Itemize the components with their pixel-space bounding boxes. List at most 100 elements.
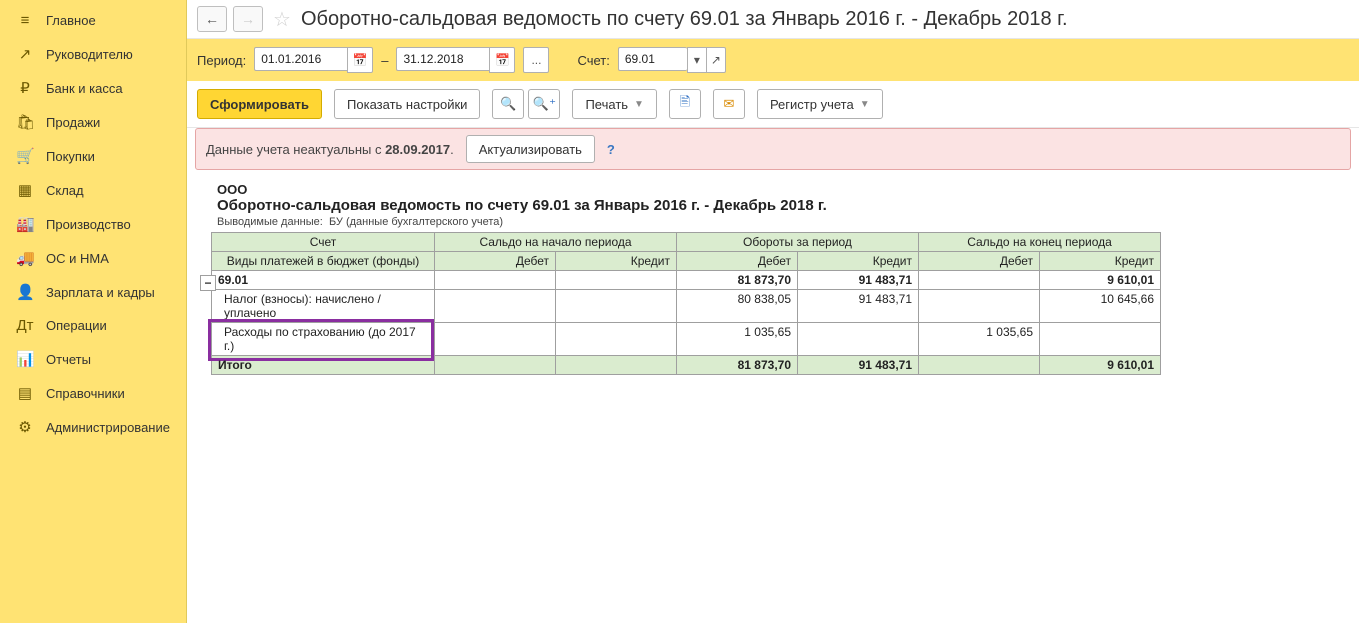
sidebar-item-1[interactable]: ↗ Руководителю — [0, 37, 186, 71]
cell-tc: 91 483,71 — [798, 290, 919, 323]
sidebar-item-8[interactable]: 👤 Зарплата и кадры — [0, 275, 186, 309]
sidebar-icon: 📊 — [16, 350, 34, 368]
page-title: Оборотно-сальдовая ведомость по счету 69… — [301, 8, 1068, 31]
help-icon[interactable]: ? — [607, 142, 615, 157]
table-row[interactable]: Расходы по страхованию (до 2017 г.)1 035… — [212, 323, 1161, 356]
sidebar-item-label: Зарплата и кадры — [46, 285, 155, 300]
cell-oc — [556, 356, 677, 375]
zoom-mode-icon[interactable]: 🔍⁺ — [528, 89, 560, 119]
sidebar-icon: 👤 — [16, 283, 34, 301]
sidebar-item-label: Продажи — [46, 115, 100, 130]
sidebar-item-label: ОС и НМА — [46, 251, 109, 266]
date-to-input[interactable]: 31.12.2018 — [396, 47, 489, 71]
sidebar-item-12[interactable]: ⚙Администрирование — [0, 410, 186, 444]
cell-cc: 9 610,01 — [1040, 356, 1161, 375]
account-dropdown-icon[interactable]: ▾ — [687, 47, 706, 73]
cell-cc — [1040, 323, 1161, 356]
cell-od — [435, 323, 556, 356]
sidebar-item-4[interactable]: 🛒Покупки — [0, 139, 186, 173]
cell-oc — [556, 290, 677, 323]
date-from-input[interactable]: 01.01.2016 — [254, 47, 347, 71]
favorite-star-icon[interactable]: ☆ — [273, 7, 291, 32]
org-name: ООО — [211, 178, 1355, 197]
sidebar-icon: 🏭 — [16, 215, 34, 233]
sidebar-item-5[interactable]: ▦ Склад — [0, 173, 186, 207]
cell-cd — [919, 271, 1040, 290]
table-row[interactable]: −69.0181 873,7091 483,719 610,01 — [212, 271, 1161, 290]
sidebar-item-2[interactable]: ₽ Банк и касса — [0, 71, 186, 105]
sidebar-item-0[interactable]: ≡ Главное — [0, 4, 186, 37]
sidebar-item-label: Отчеты — [46, 352, 91, 367]
date-to-calendar-icon[interactable]: 📅 — [489, 47, 515, 73]
cell-cc: 10 645,66 — [1040, 290, 1161, 323]
row-label: Итого — [218, 358, 428, 372]
date-from-calendar-icon[interactable]: 📅 — [347, 47, 373, 73]
actualize-button[interactable]: Актуализировать — [466, 135, 595, 163]
account-open-icon[interactable]: ↗ — [706, 47, 726, 73]
period-label: Период: — [197, 53, 246, 68]
sidebar-item-label: Справочники — [46, 386, 125, 401]
sidebar-icon: 🚚 — [16, 249, 34, 267]
sidebar-item-10[interactable]: 📊 Отчеты — [0, 342, 186, 376]
sidebar-item-9[interactable]: ДтОперации — [0, 309, 186, 342]
report-subtitle: Выводимые данные: БУ (данные бухгалтерск… — [211, 216, 1355, 232]
cell-td: 80 838,05 — [677, 290, 798, 323]
sidebar-icon: ▦ — [16, 181, 34, 199]
cell-od — [435, 356, 556, 375]
sidebar-item-label: Банк и касса — [46, 81, 123, 96]
sidebar-icon: ▤ — [16, 384, 34, 402]
col-turn: Обороты за период — [677, 233, 919, 252]
sidebar-item-label: Склад — [46, 183, 84, 198]
form-button[interactable]: Сформировать — [197, 89, 322, 119]
sidebar-icon: ⚙ — [16, 418, 34, 436]
print-button[interactable]: Печать ▼ — [572, 89, 657, 119]
title-bar: ← → ☆ Оборотно-сальдовая ведомость по сч… — [187, 0, 1359, 39]
cell-cc: 9 610,01 — [1040, 271, 1161, 290]
cell-oc — [556, 271, 677, 290]
cell-cd: 1 035,65 — [919, 323, 1040, 356]
account-input[interactable]: 69.01 — [618, 47, 687, 71]
sidebar-icon: Дт — [16, 317, 34, 334]
show-settings-button[interactable]: Показать настройки — [334, 89, 480, 119]
period-picker-button[interactable]: ... — [523, 47, 549, 73]
col-open-debit: Дебет — [435, 252, 556, 271]
sidebar-item-7[interactable]: 🚚 ОС и НМА — [0, 241, 186, 275]
nav-back-button[interactable]: ← — [197, 6, 227, 32]
sidebar-icon: ≡ — [16, 12, 34, 29]
toolbar: Сформировать Показать настройки 🔍 🔍⁺ Печ… — [187, 81, 1359, 128]
col-open-credit: Кредит — [556, 252, 677, 271]
filter-bar: Период: 01.01.2016 📅 – 31.12.2018 📅 ... … — [187, 39, 1359, 81]
sidebar-icon: ↗ — [16, 45, 34, 63]
sidebar-icon: ₽ — [16, 79, 34, 97]
col-close-debit: Дебет — [919, 252, 1040, 271]
report-table: Счет Сальдо на начало периода Обороты за… — [211, 232, 1161, 375]
sidebar-item-11[interactable]: ▤ Справочники — [0, 376, 186, 410]
row-label: 69.01 — [218, 273, 428, 287]
nav-forward-button[interactable]: → — [233, 6, 263, 32]
cell-od — [435, 271, 556, 290]
warning-text: Данные учета неактуальны с 28.09.2017. — [206, 142, 454, 157]
col-turn-debit: Дебет — [677, 252, 798, 271]
cell-tc: 91 483,71 — [798, 356, 919, 375]
col-sub-account: Виды платежей в бюджет (фонды) — [212, 252, 435, 271]
print-label: Печать — [585, 97, 628, 112]
cell-td: 1 035,65 — [677, 323, 798, 356]
save-file-icon[interactable]: 🖹 — [669, 89, 701, 119]
sidebar-item-3[interactable]: 🛍Продажи — [0, 105, 186, 139]
tree-collapse-icon[interactable]: − — [200, 275, 216, 291]
col-turn-credit: Кредит — [798, 252, 919, 271]
cell-td: 81 873,70 — [677, 356, 798, 375]
report-title: Оборотно-сальдовая ведомость по счету 69… — [211, 197, 1355, 216]
table-row[interactable]: Налог (взносы): начислено / уплачено 80 8… — [212, 290, 1161, 323]
email-icon[interactable]: ✉ — [713, 89, 745, 119]
table-row[interactable]: Итого 81 873,7091 483,71 9 610,01 — [212, 356, 1161, 375]
sidebar-item-label: Руководителю — [46, 47, 133, 62]
sidebar-item-label: Главное — [46, 13, 96, 28]
sidebar-icon: 🛒 — [16, 147, 34, 165]
zoom-in-icon[interactable]: 🔍 — [492, 89, 524, 119]
report-viewport[interactable]: ООО Оборотно-сальдовая ведомость по счет… — [191, 178, 1355, 623]
cell-cd — [919, 290, 1040, 323]
register-button[interactable]: Регистр учета ▼ — [757, 89, 883, 119]
sidebar-item-6[interactable]: 🏭Производство — [0, 207, 186, 241]
row-label: Налог (взносы): начислено / уплачено — [218, 292, 428, 320]
